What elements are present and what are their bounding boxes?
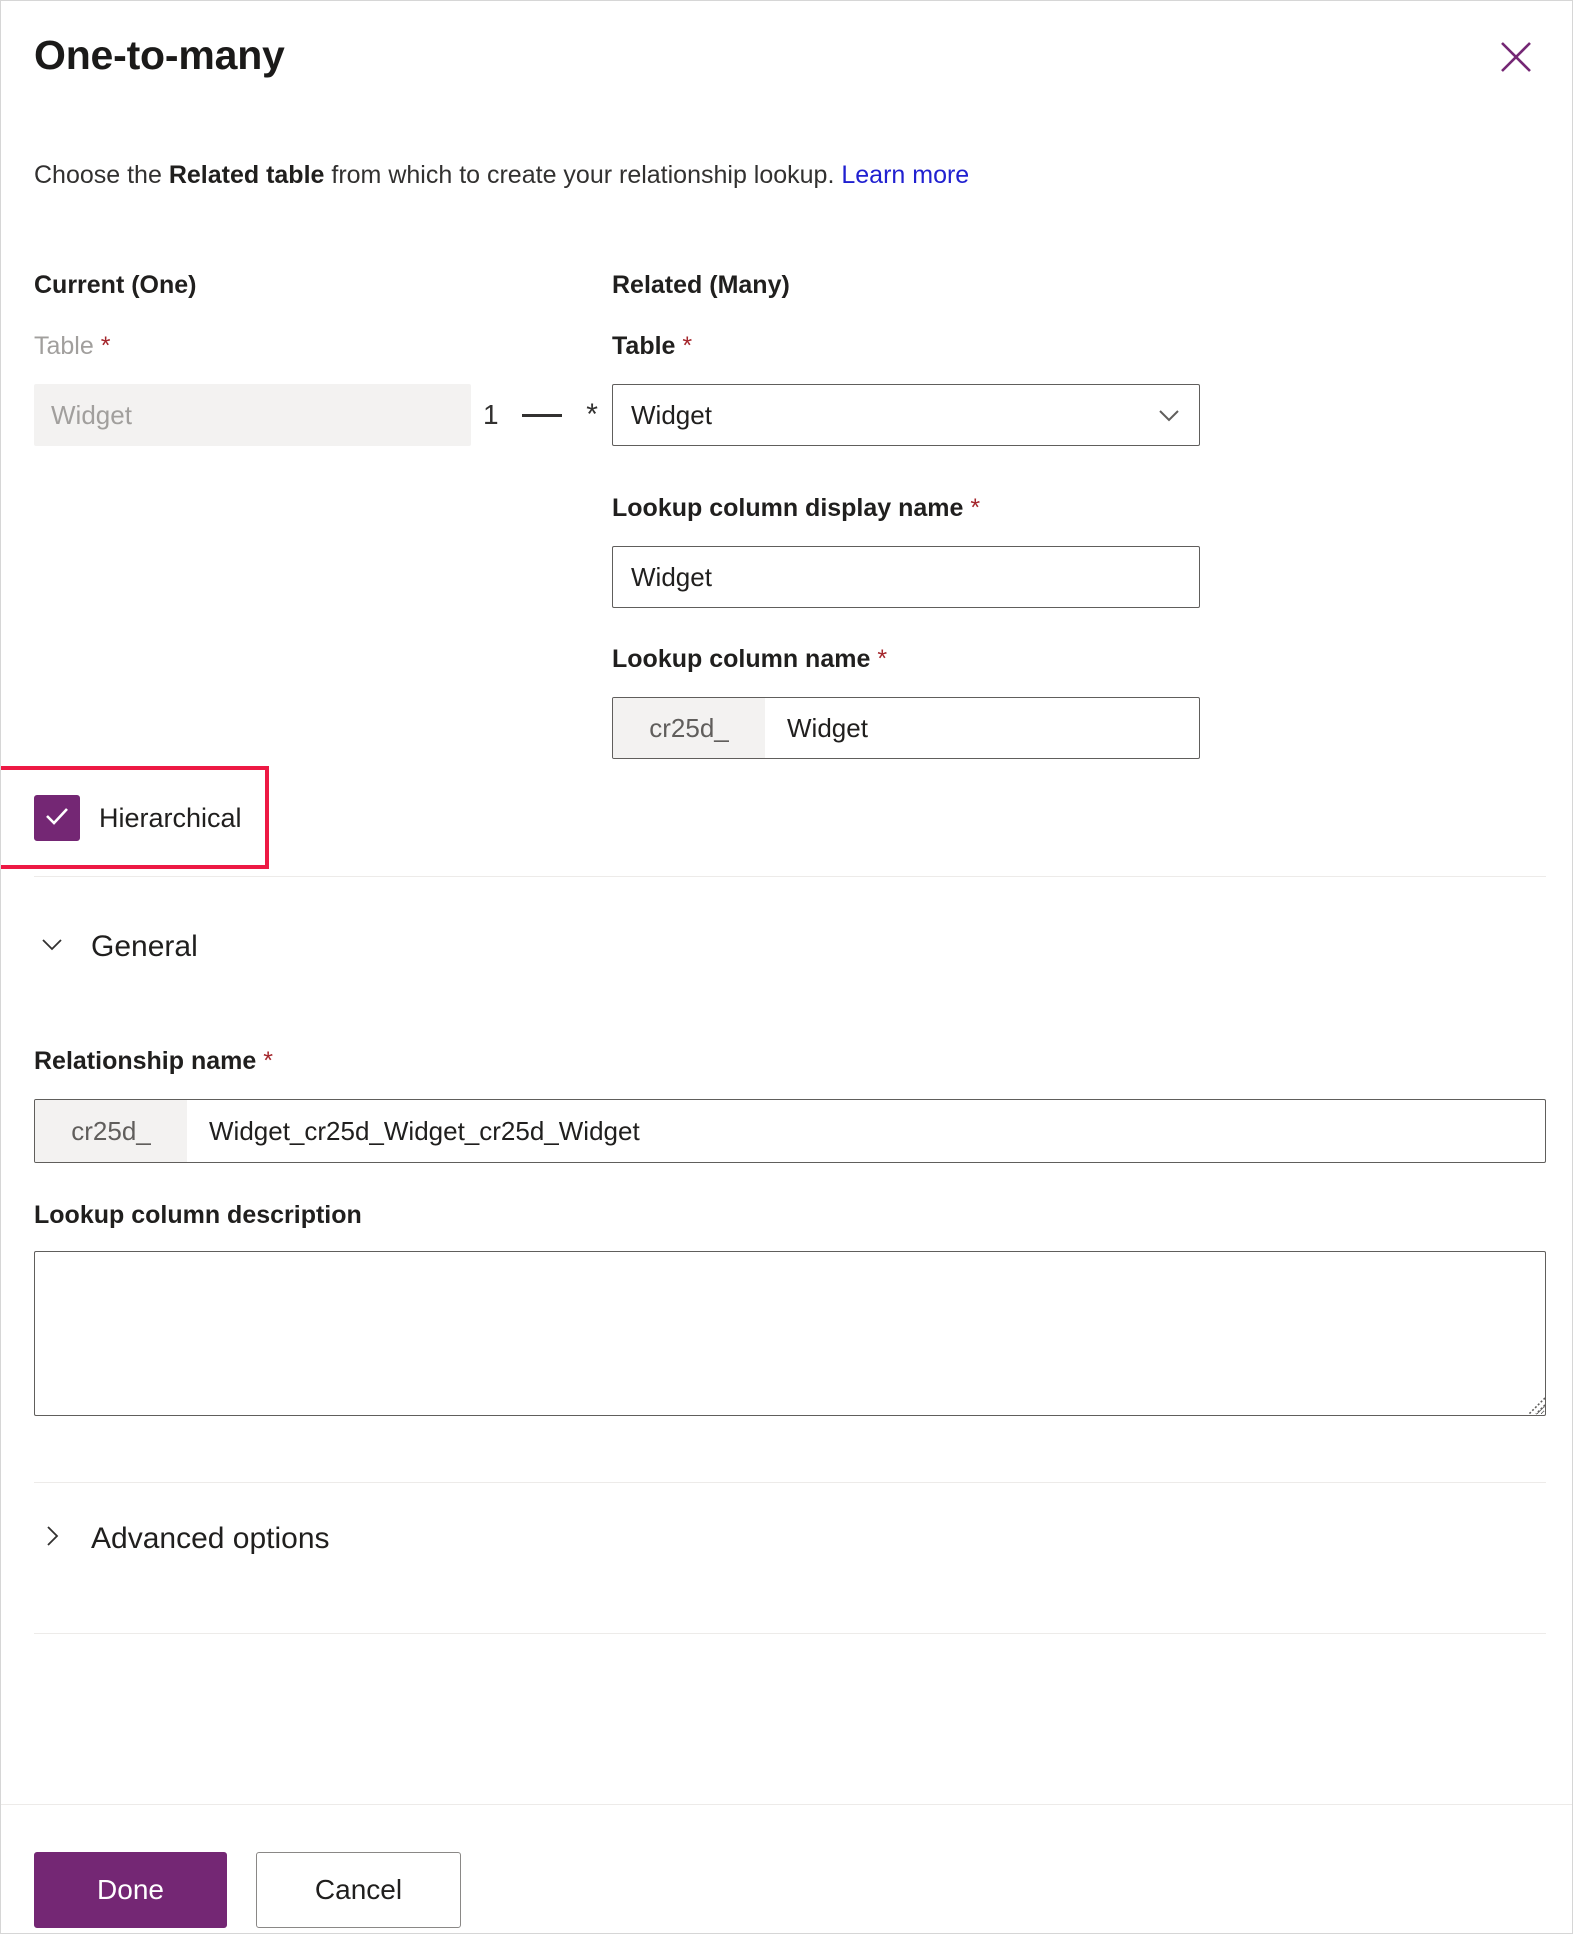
relationship-name-input[interactable]: cr25d_ Widget_cr25d_Widget_cr25d_Widget <box>34 1099 1546 1163</box>
relationship-name-label: Relationship name * <box>34 1047 273 1076</box>
lookup-column-name-input[interactable]: cr25d_ Widget <box>612 697 1200 759</box>
cardinality-one: 1 <box>483 399 499 430</box>
related-table-dropdown[interactable]: Widget <box>612 384 1200 446</box>
general-section-toggle[interactable]: General <box>37 929 198 964</box>
chevron-down-icon <box>37 929 67 964</box>
current-table-field: Widget <box>34 384 471 446</box>
page-title: One-to-many <box>34 32 285 78</box>
current-table-value: Widget <box>51 399 132 430</box>
advanced-options-label: Advanced options <box>91 1521 330 1555</box>
divider-after-hierarchical <box>34 876 1546 877</box>
learn-more-link[interactable]: Learn more <box>841 161 969 189</box>
lookup-display-name-label-text: Lookup column display name <box>612 494 964 522</box>
lookup-column-name-label-text: Lookup column name <box>612 645 871 673</box>
chevron-down-icon <box>1153 399 1185 431</box>
close-button[interactable] <box>1490 31 1542 83</box>
required-asterisk: * <box>100 332 111 360</box>
close-icon <box>1499 40 1533 74</box>
lookup-description-textarea[interactable] <box>34 1251 1546 1416</box>
lookup-display-name-value: Widget <box>631 561 712 592</box>
one-to-many-dialog: One-to-many Choose the Related table fro… <box>0 0 1573 1934</box>
divider-before-advanced <box>34 1482 1546 1483</box>
related-table-label-text: Table <box>612 332 676 360</box>
required-asterisk: * <box>682 332 693 360</box>
required-asterisk: * <box>263 1047 273 1075</box>
check-icon <box>42 801 72 836</box>
general-section-label: General <box>91 929 198 963</box>
dialog-header: One-to-many Choose the Related table fro… <box>1 1 1572 201</box>
current-table-label: Table * <box>34 332 110 361</box>
lookup-display-name-input[interactable]: Widget <box>612 546 1200 608</box>
lookup-column-name-value: Widget <box>787 712 868 743</box>
chevron-right-icon <box>37 1521 67 1556</box>
current-one-heading: Current (One) <box>34 271 197 299</box>
dialog-subtitle: Choose the Related table from which to c… <box>34 159 969 193</box>
related-many-heading: Related (Many) <box>612 271 790 299</box>
relationship-name-prefix: cr25d_ <box>35 1100 187 1162</box>
relationship-name-label-text: Relationship name <box>34 1047 257 1075</box>
current-table-label-text: Table <box>34 332 94 360</box>
hierarchical-checkbox[interactable] <box>34 795 80 841</box>
lookup-column-name-label: Lookup column name * <box>612 645 887 674</box>
relationship-name-value: Widget_cr25d_Widget_cr25d_Widget <box>209 1115 640 1146</box>
subtitle-text-before: Choose the <box>34 161 169 189</box>
required-asterisk: * <box>970 494 981 522</box>
hierarchical-checkbox-row[interactable]: Hierarchical <box>34 795 242 841</box>
advanced-options-toggle[interactable]: Advanced options <box>37 1521 330 1556</box>
lookup-column-name-prefix: cr25d_ <box>613 698 765 758</box>
lookup-description-label: Lookup column description <box>34 1201 362 1229</box>
subtitle-text-after: from which to create your relationship l… <box>324 161 842 189</box>
lookup-display-name-label: Lookup column display name * <box>612 494 980 523</box>
required-asterisk: * <box>877 645 888 673</box>
cardinality-connector: 1 * <box>483 384 598 446</box>
connector-line <box>522 413 563 417</box>
hierarchical-label: Hierarchical <box>99 802 242 833</box>
subtitle-emphasis: Related table <box>168 161 325 189</box>
cancel-button[interactable]: Cancel <box>256 1852 461 1928</box>
divider-after-advanced <box>34 1633 1546 1634</box>
done-button[interactable]: Done <box>34 1852 227 1928</box>
related-table-value: Widget <box>631 399 712 430</box>
related-table-label: Table * <box>612 332 692 361</box>
dialog-footer: Done Cancel <box>1 1805 1572 1933</box>
cardinality-many: * <box>586 398 598 431</box>
